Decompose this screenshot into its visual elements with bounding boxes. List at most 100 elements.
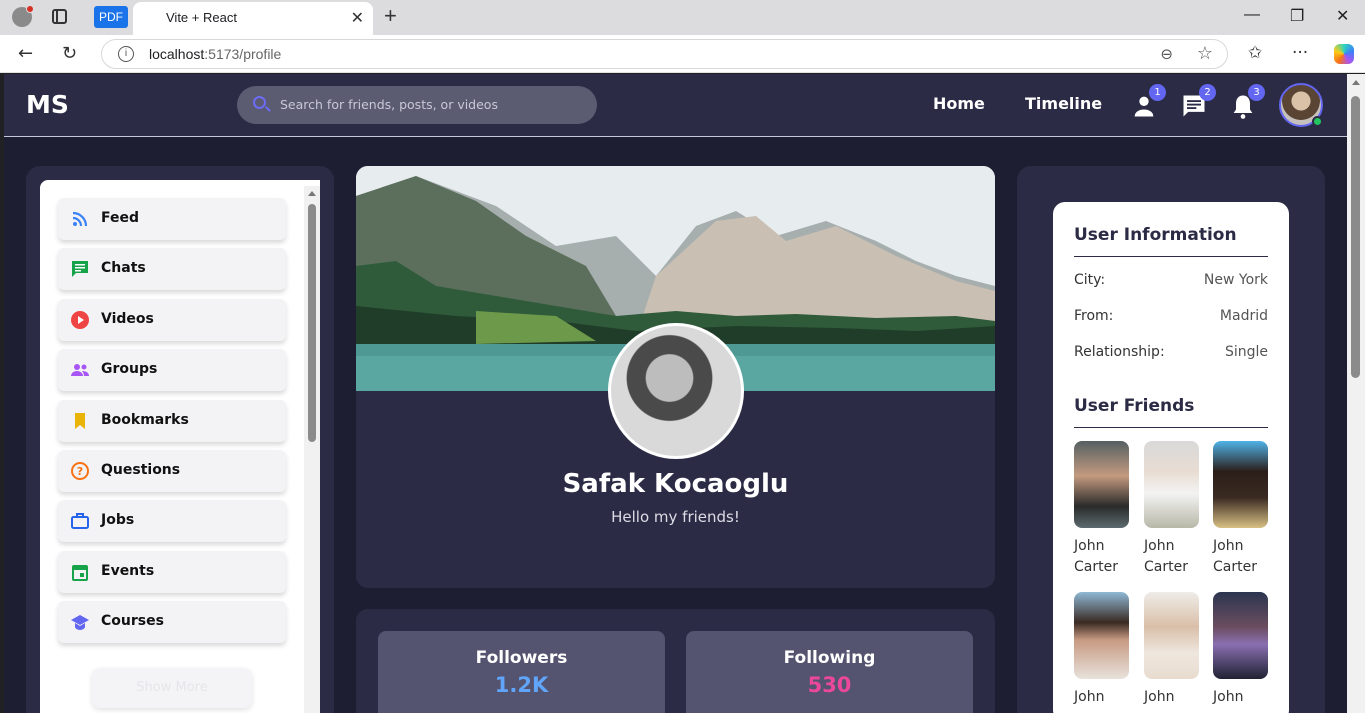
followers-stat[interactable]: Followers 1.2K: [378, 631, 665, 713]
friend-photo: [1074, 592, 1129, 679]
more-menu-icon[interactable]: ···: [1292, 43, 1308, 63]
friend-card[interactable]: John Carter: [1144, 441, 1199, 578]
notifications-badge: 3: [1248, 84, 1265, 101]
calendar-icon: [72, 565, 88, 581]
rss-icon: [72, 211, 88, 227]
bookmark-icon: [75, 413, 85, 429]
followers-value: 1.2K: [494, 673, 549, 697]
sidebar-item-label: Jobs: [101, 512, 135, 528]
search-input[interactable]: Search for friends, posts, or videos: [237, 86, 597, 124]
info-row-city: City: New York: [1074, 272, 1268, 288]
friend-name: John: [1144, 689, 1175, 705]
friend-card[interactable]: John: [1074, 592, 1129, 708]
friend-card[interactable]: John: [1144, 592, 1199, 708]
sidebar-item-jobs[interactable]: Jobs: [58, 500, 286, 542]
page-scrollbar[interactable]: [1347, 74, 1365, 713]
sidebar-item-label: Bookmarks: [101, 412, 189, 428]
friend-name: John Carter: [1213, 538, 1257, 575]
reload-icon[interactable]: ↻: [62, 43, 77, 64]
notifications-icon[interactable]: 3: [1229, 84, 1265, 120]
friend-photo: [1074, 441, 1129, 528]
close-tab-icon[interactable]: ✕: [351, 8, 364, 28]
sidebar-item-label: Feed: [101, 210, 140, 226]
user-info-card: User Information City: New York From: Madr…: [1053, 202, 1289, 713]
sidebar-item-groups[interactable]: Groups: [58, 349, 286, 391]
restore-icon[interactable]: ❐: [1290, 6, 1304, 26]
sidebar-item-label: Chats: [101, 260, 146, 276]
sidebar-item-label: Videos: [101, 311, 154, 327]
friend-name: John Carter: [1144, 538, 1188, 575]
profile-photo[interactable]: [608, 323, 744, 459]
groups-icon: [71, 364, 89, 376]
browser-tab-bar: PDF Vite + React ✕ + — ❐ ✕: [0, 0, 1365, 35]
profile-bio: Hello my friends!: [611, 508, 740, 526]
messages-badge: 2: [1199, 84, 1216, 101]
play-icon: [71, 311, 89, 329]
divider: [1074, 256, 1268, 257]
friend-card[interactable]: John: [1213, 592, 1268, 708]
friend-card[interactable]: John Carter: [1074, 441, 1129, 578]
show-more-button[interactable]: Show More: [92, 668, 252, 708]
url-text: localhost:5173/profile: [149, 46, 282, 62]
friends-icon[interactable]: 1: [1130, 84, 1166, 120]
friend-photo: [1144, 441, 1199, 528]
nav-home-link[interactable]: Home: [933, 94, 985, 113]
sidebar-item-label: Questions: [101, 462, 181, 478]
zoom-icon[interactable]: ⊖: [1160, 45, 1173, 63]
friend-card[interactable]: John Carter: [1213, 441, 1268, 578]
following-label: Following: [783, 648, 876, 668]
online-status-dot: [1312, 116, 1323, 127]
stats-card: Followers 1.2K Following 530: [356, 609, 995, 713]
svg-text:?: ?: [77, 465, 83, 478]
user-info-title: User Information: [1074, 225, 1237, 245]
sidebar-item-courses[interactable]: Courses: [58, 601, 286, 643]
nav-timeline-link[interactable]: Timeline: [1025, 94, 1102, 113]
messages-icon[interactable]: 2: [1180, 84, 1216, 120]
briefcase-icon: [71, 513, 89, 529]
friend-photo: [1213, 441, 1268, 528]
profile-card: Safak Kocaoglu Hello my friends!: [356, 166, 995, 588]
sidebar-item-questions[interactable]: ? Questions: [58, 450, 286, 492]
page: MS Search for friends, posts, or videos …: [4, 74, 1347, 713]
sidebar-item-chats[interactable]: Chats: [58, 248, 286, 290]
user-avatar[interactable]: [1279, 83, 1323, 127]
profile-name: Safak Kocaoglu: [562, 469, 789, 499]
logo[interactable]: MS: [26, 90, 69, 119]
browser-profile-icon[interactable]: [12, 5, 34, 27]
sidebar-item-feed[interactable]: Feed: [58, 198, 286, 240]
graduation-icon: [71, 615, 89, 630]
url-field[interactable]: i localhost:5173/profile ⊖ ☆: [101, 39, 1228, 69]
browser-tab-active[interactable]: Vite + React ✕: [133, 2, 373, 35]
following-value: 530: [807, 673, 852, 697]
favorite-star-icon[interactable]: ☆: [1197, 43, 1213, 64]
chat-icon: [72, 261, 88, 277]
address-bar: ← ↻ i localhost:5173/profile ⊖ ☆ ✩ ···: [0, 35, 1365, 73]
minimize-icon[interactable]: —: [1244, 6, 1260, 24]
friends-badge: 1: [1149, 84, 1166, 101]
new-tab-icon[interactable]: +: [384, 3, 397, 29]
favorites-icon[interactable]: ✩: [1248, 43, 1262, 63]
following-stat[interactable]: Following 530: [686, 631, 973, 713]
followers-label: Followers: [475, 648, 568, 668]
copilot-icon[interactable]: [1334, 44, 1354, 64]
sidebar-item-label: Courses: [101, 613, 164, 629]
close-window-icon[interactable]: ✕: [1336, 6, 1349, 26]
top-navbar: MS Search for friends, posts, or videos …: [4, 74, 1347, 137]
pdf-tab-icon[interactable]: PDF: [94, 6, 128, 28]
back-icon[interactable]: ←: [18, 43, 33, 64]
friend-photo: [1213, 592, 1268, 679]
friend-name: John: [1213, 689, 1244, 705]
search-placeholder: Search for friends, posts, or videos: [280, 97, 498, 112]
site-info-icon[interactable]: i: [118, 46, 134, 62]
sidebar-item-bookmarks[interactable]: Bookmarks: [58, 400, 286, 442]
friend-photo: [1144, 592, 1199, 679]
search-icon: [253, 96, 266, 109]
sidebar-item-label: Groups: [101, 361, 158, 377]
sidebar-item-label: Events: [101, 563, 155, 579]
sidebar-scrollbar[interactable]: [304, 186, 320, 713]
sidebar-item-videos[interactable]: Videos: [58, 299, 286, 341]
sidebar-item-events[interactable]: Events: [58, 551, 286, 593]
tab-actions-icon[interactable]: [52, 9, 67, 24]
tab-title: Vite + React: [166, 10, 237, 25]
question-icon: ?: [71, 462, 89, 480]
